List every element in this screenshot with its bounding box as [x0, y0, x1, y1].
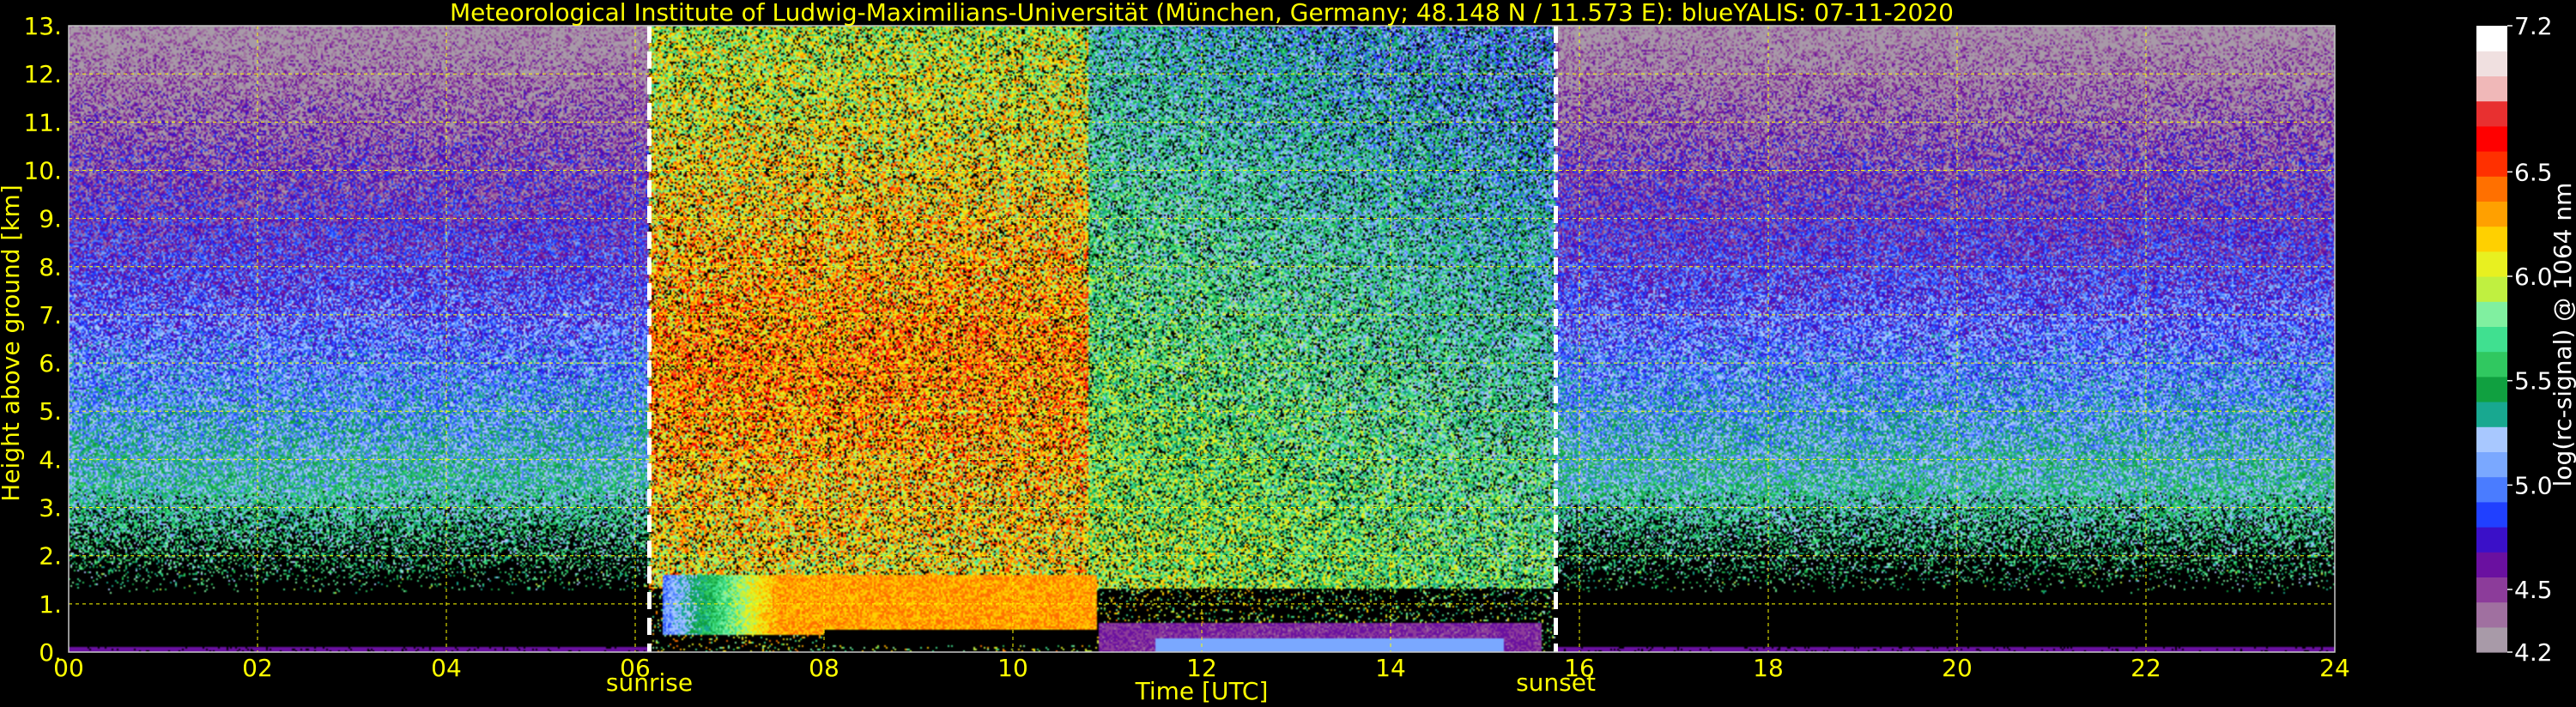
y-tick-label: 9.: [39, 205, 62, 233]
colorbar-tick-label: 5.0: [2514, 471, 2553, 499]
colorbar-tick-label: 7.2: [2514, 12, 2553, 40]
colorbar-tick-label: 4.5: [2514, 576, 2553, 604]
colorbar-tick-label: 4.2: [2514, 638, 2553, 667]
colorbar-swatch: [2476, 501, 2507, 528]
colorbar-swatch: [2476, 476, 2507, 503]
colorbar-swatch: [2476, 125, 2507, 152]
y-tick-label: 13.: [23, 12, 62, 40]
x-tick-label: 04: [431, 654, 462, 682]
plot-frame: [68, 25, 2336, 653]
colorbar-tick-label: 6.0: [2514, 263, 2553, 291]
colorbar-label: log(rc-signal) @ 1064 nm: [2549, 183, 2576, 487]
y-tick-label: 5.: [39, 397, 62, 426]
colorbar-swatch: [2476, 527, 2507, 553]
colorbar-swatch: [2476, 402, 2507, 427]
x-tick-label: 02: [242, 654, 273, 682]
chart-title: Meteorological Institute of Ludwig-Maxim…: [450, 0, 1954, 27]
colorbar-swatch: [2476, 351, 2507, 378]
x-tick-label: 06: [620, 654, 651, 682]
colorbar-swatch: [2476, 301, 2507, 327]
y-tick-label: 10.: [23, 156, 62, 184]
colorbar-swatch: [2476, 276, 2507, 302]
colorbar-swatch: [2476, 76, 2507, 102]
colorbar-swatch: [2476, 451, 2507, 478]
x-tick-label: 22: [2131, 654, 2161, 682]
colorbar-swatch: [2476, 51, 2507, 76]
grid-lines: [68, 25, 2336, 653]
colorbar-swatch: [2476, 577, 2507, 603]
x-tick-label: 24: [2319, 654, 2350, 682]
x-tick-label: 18: [1753, 654, 1784, 682]
colorbar-swatch: [2476, 251, 2507, 277]
y-tick-label: 6.: [39, 349, 62, 378]
x-tick-label: 10: [997, 654, 1028, 682]
colorbar-tick-label: 6.5: [2514, 158, 2553, 186]
colorbar-swatch: [2476, 601, 2507, 628]
event-markers: sunrise sunset: [606, 26, 1596, 697]
y-tick-label: 2.: [39, 542, 62, 571]
y-tick-label: 3.: [39, 494, 62, 523]
colorbar-swatch: [2476, 201, 2507, 227]
x-tick-label: 20: [1942, 654, 1973, 682]
y-axis-label: Height above ground [km]: [0, 184, 25, 502]
colorbar-swatch: [2476, 376, 2507, 402]
y-tick-label: 1.: [39, 590, 62, 619]
x-ticks: 00 02 04 06 08 10 12 14 16 18 20 22 24: [53, 654, 2350, 682]
x-tick-label: 16: [1564, 654, 1595, 682]
y-tick-label: 11.: [23, 108, 62, 136]
colorbar-swatch: [2476, 426, 2507, 452]
y-tick-label: 12.: [23, 60, 62, 88]
y-ticks: 0. 1. 2. 3. 4. 5. 6. 7. 8. 9. 10. 11. 12. 13.: [23, 12, 62, 667]
colorbar-swatch: [2476, 26, 2507, 51]
lidar-quicklook-figure: sunrise sunset Meteorological Institute o…: [0, 0, 2576, 707]
colorbar: 4.2 4.5 5.0 5.5 6.0 6.5 7.2: [2476, 12, 2553, 667]
colorbar-swatch: [2476, 326, 2507, 353]
colorbar-swatch: [2476, 226, 2507, 252]
y-tick-label: 7.: [39, 301, 62, 329]
x-tick-label: 14: [1375, 654, 1406, 682]
colorbar-swatch: [2476, 151, 2507, 177]
y-tick-label: 8.: [39, 253, 62, 281]
colorbar-tick-label: 5.5: [2514, 367, 2553, 396]
x-tick-label: 08: [809, 654, 839, 682]
colorbar-swatch: [2476, 100, 2507, 127]
colorbar-swatch: [2476, 176, 2507, 202]
y-tick-label: 0.: [39, 638, 62, 667]
figure-overlay: sunrise sunset Meteorological Institute o…: [0, 0, 2576, 705]
x-tick-label: 12: [1186, 654, 1217, 682]
colorbar-swatch: [2476, 552, 2507, 577]
colorbar-swatch: [2476, 626, 2507, 653]
y-tick-label: 4.: [39, 445, 62, 474]
